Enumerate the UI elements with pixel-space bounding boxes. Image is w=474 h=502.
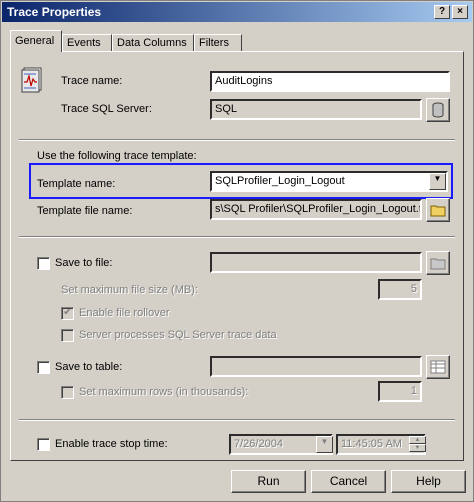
run-button[interactable]: Run — [231, 470, 306, 493]
separator — [19, 236, 455, 238]
template-file-label: Template file name: — [37, 205, 133, 217]
trace-icon — [21, 67, 43, 93]
date-dropdown-button: ▼ — [316, 436, 333, 453]
save-table-browse-button[interactable] — [426, 355, 450, 379]
template-file-field: s\SQL Profiler\SQLProfiler_Login_Logout.… — [210, 199, 422, 220]
chevron-down-icon: ▼ — [414, 445, 421, 451]
highlight-box — [29, 163, 453, 199]
separator — [19, 139, 455, 141]
tab-filters[interactable]: Filters — [194, 34, 242, 52]
table-icon — [430, 360, 446, 377]
trace-properties-dialog: Trace Properties ? × General Events Data… — [0, 0, 474, 502]
tab-events[interactable]: Events — [62, 34, 112, 52]
chevron-up-icon: ▲ — [414, 437, 421, 443]
save-to-file-label: Save to file: — [55, 257, 113, 269]
enable-rollover-checkbox: ✔ — [61, 307, 74, 320]
tab-data-columns[interactable]: Data Columns — [112, 34, 194, 52]
trace-server-field: SQL — [210, 99, 422, 120]
folder-icon — [430, 205, 446, 220]
save-to-table-checkbox[interactable] — [37, 361, 50, 374]
save-to-file-checkbox[interactable] — [37, 257, 50, 270]
max-file-size-field: 5 — [378, 279, 422, 300]
title-bar[interactable]: Trace Properties ? × — [2, 2, 472, 22]
template-browse-button[interactable] — [426, 198, 450, 222]
cancel-button[interactable]: Cancel — [311, 470, 386, 493]
server-processes-checkbox — [61, 329, 74, 342]
save-to-table-label: Save to table: — [55, 361, 123, 373]
time-down-button: ▼ — [409, 444, 426, 452]
tab-general[interactable]: General — [10, 30, 62, 52]
time-up-button: ▲ — [409, 436, 426, 444]
stop-time-checkbox[interactable] — [37, 438, 50, 451]
database-icon — [431, 102, 445, 121]
template-section-label: Use the following trace template: — [37, 150, 197, 162]
max-rows-label: Set maximum rows (in thousands): — [79, 386, 249, 398]
separator — [19, 419, 455, 421]
enable-rollover-label: Enable file rollover — [79, 307, 170, 319]
help-button[interactable]: Help — [391, 470, 466, 493]
stop-time-label: Enable trace stop time: — [55, 438, 168, 450]
max-rows-checkbox — [61, 386, 74, 399]
save-file-browse-button[interactable] — [426, 251, 450, 275]
window-title: Trace Properties — [7, 5, 102, 19]
folder-icon — [430, 258, 446, 273]
close-button[interactable]: × — [452, 5, 468, 19]
trace-server-label: Trace SQL Server: — [61, 103, 152, 115]
help-title-button[interactable]: ? — [434, 5, 450, 19]
server-select-button[interactable] — [426, 98, 450, 122]
trace-name-label: Trace name: — [61, 75, 123, 87]
max-file-size-label: Set maximum file size (MB): — [61, 284, 198, 296]
server-processes-label: Server processes SQL Server trace data — [79, 329, 277, 341]
trace-name-input[interactable]: AuditLogins — [210, 71, 450, 92]
max-rows-field: 1 — [378, 381, 422, 402]
save-file-path-field — [210, 252, 422, 273]
chevron-down-icon: ▼ — [320, 437, 329, 446]
save-table-field — [210, 356, 422, 377]
